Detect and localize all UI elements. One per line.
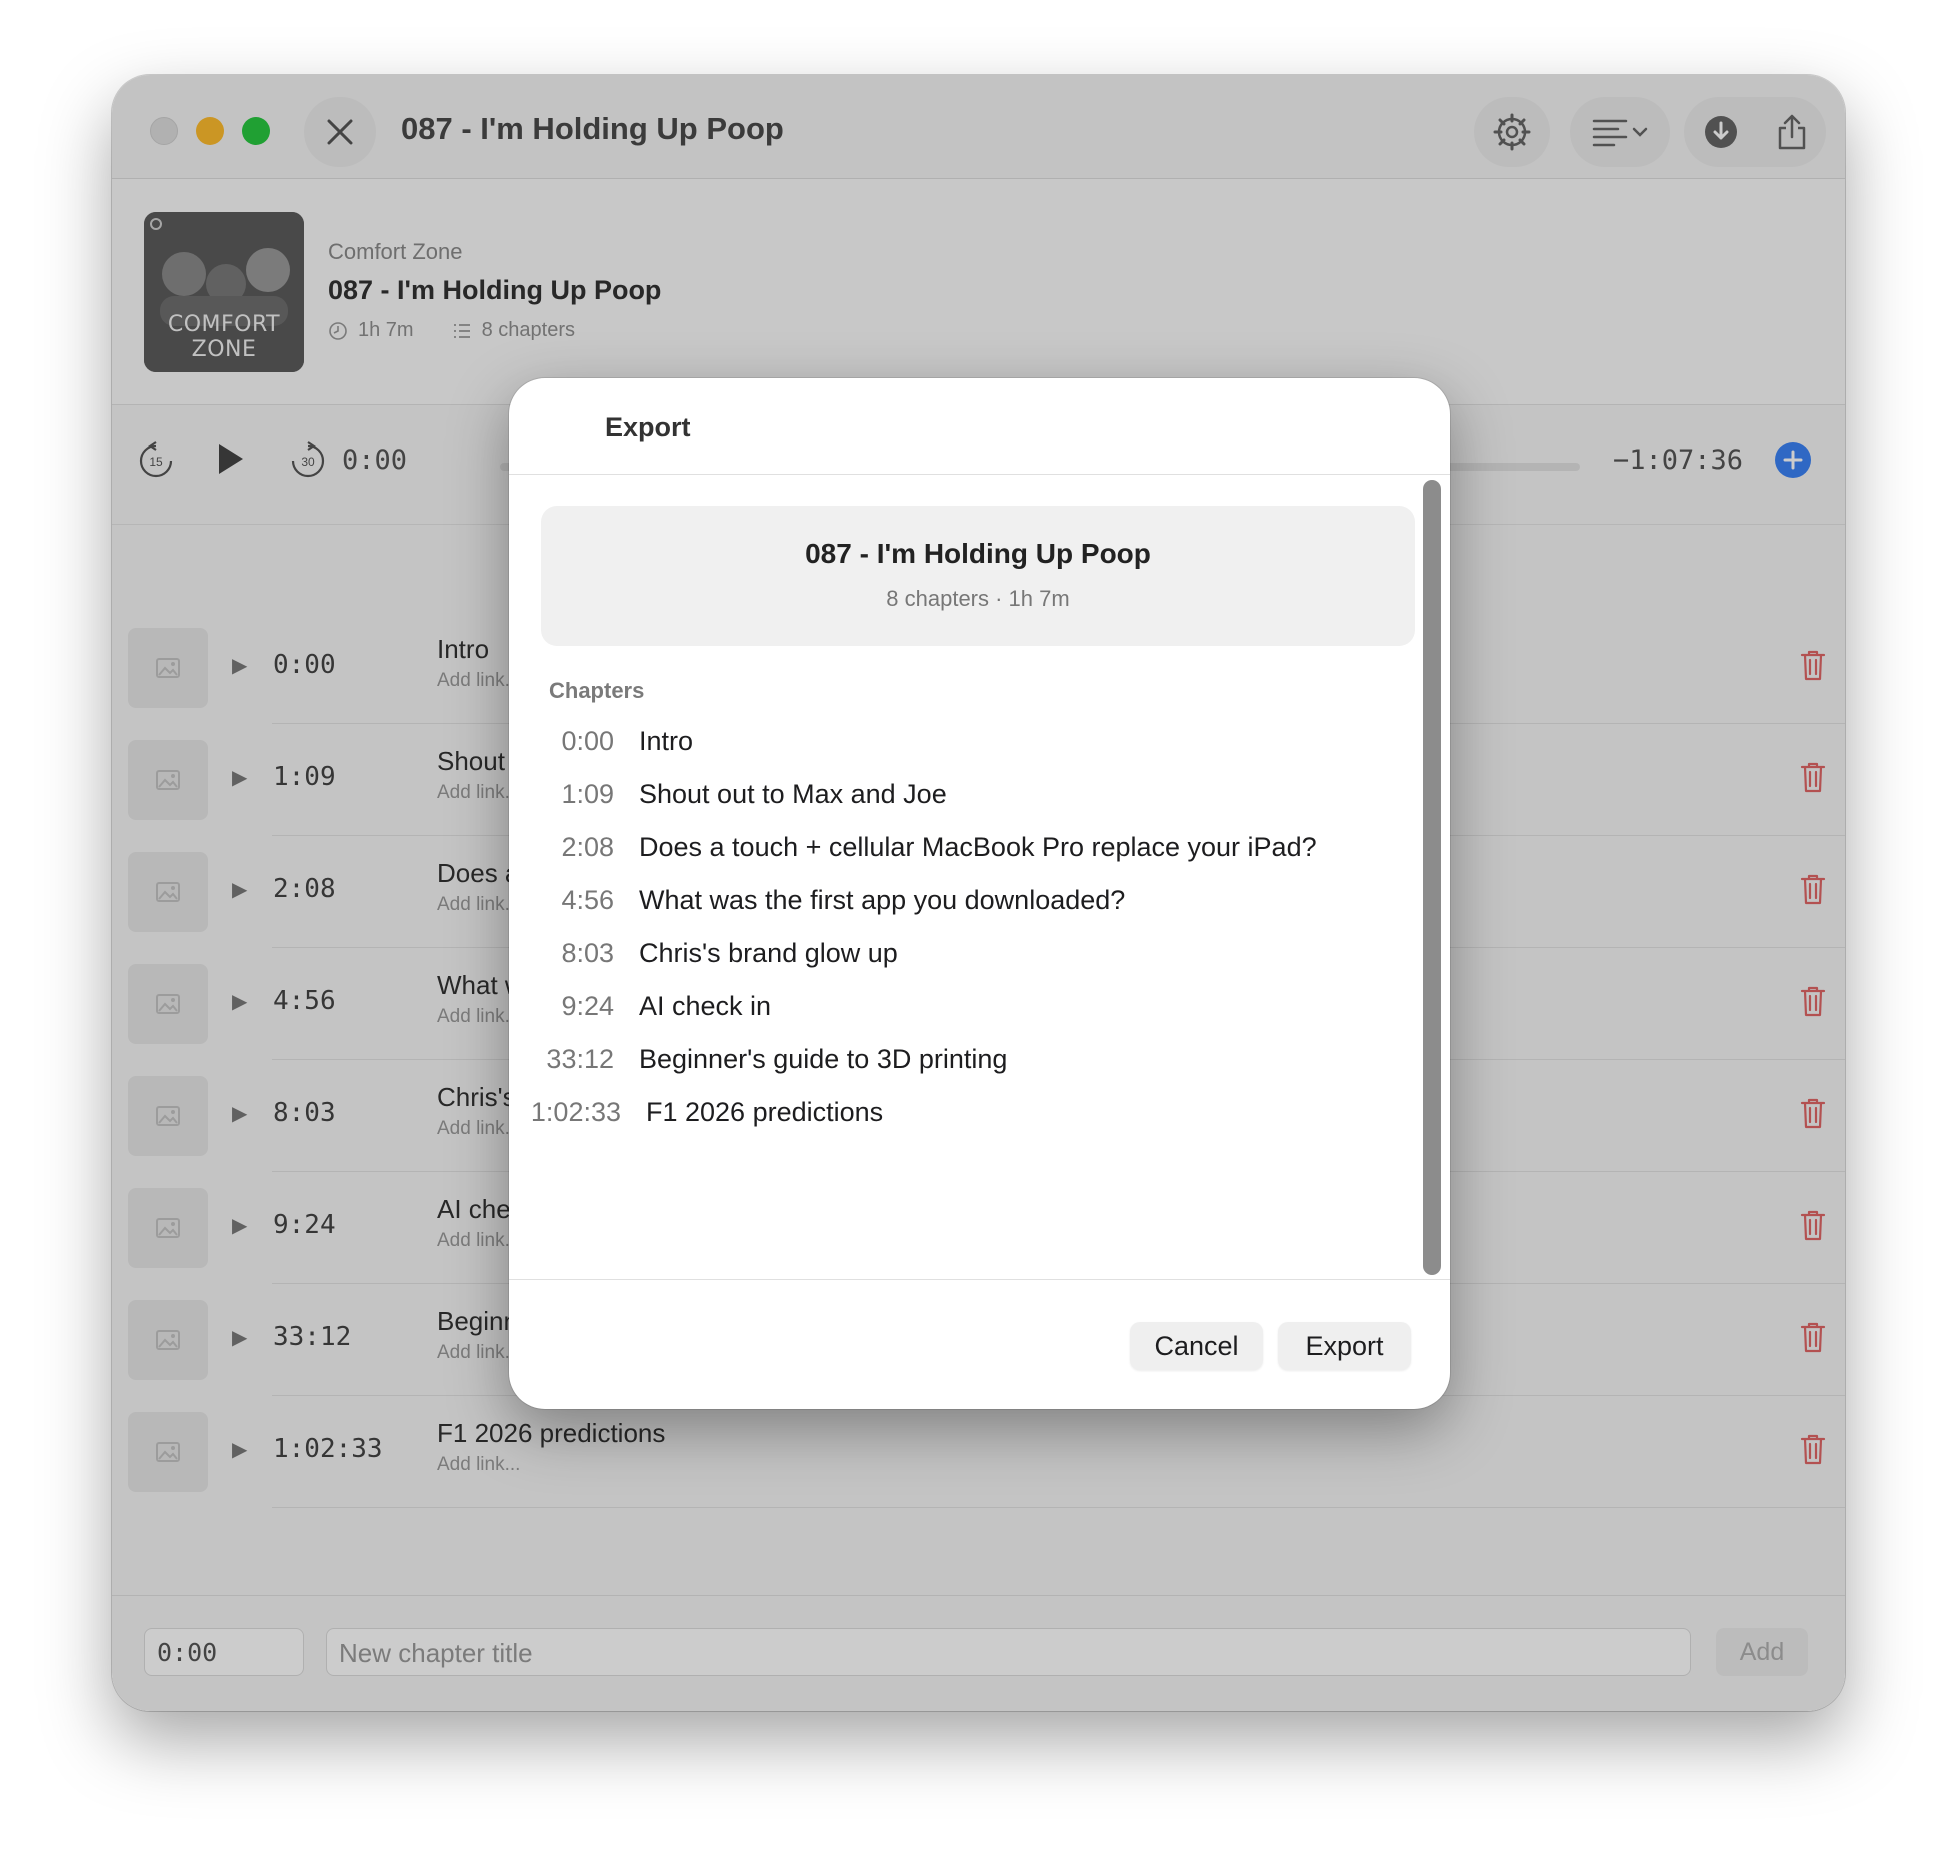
export-chapter-item: 1:09 Shout out to Max and Joe: [509, 779, 1409, 819]
export-chapter-item: 2:08 Does a touch + cellular MacBook Pro …: [509, 832, 1409, 872]
export-button[interactable]: Export: [1278, 1322, 1411, 1370]
export-chapter-item: 4:56 What was the first app you downloade…: [509, 885, 1409, 925]
export-chapter-title: Beginner's guide to 3D printing: [639, 1044, 1008, 1074]
summary-subtitle: 8 chapters · 1h 7m: [886, 586, 1070, 611]
export-chapter-item: 1:02:33 F1 2026 predictions: [509, 1097, 1409, 1137]
export-chapter-time: 4:56: [561, 885, 614, 915]
chapters-section-label: Chapters: [549, 678, 645, 703]
export-chapter-title: Chris's brand glow up: [639, 938, 898, 968]
export-chapter-time: 1:09: [561, 779, 614, 809]
export-chapter-time: 8:03: [561, 938, 614, 968]
scrollbar[interactable]: [1423, 480, 1441, 1275]
export-summary-card: 087 - I'm Holding Up Poop 8 chapters · 1…: [541, 506, 1415, 646]
export-chapter-time: 0:00: [561, 726, 614, 756]
export-chapter-title: AI check in: [639, 991, 772, 1021]
export-chapter-time: 2:08: [561, 832, 614, 862]
cancel-button[interactable]: Cancel: [1130, 1322, 1263, 1370]
export-chapter-time: 1:02:33: [530, 1097, 621, 1127]
divider: [509, 1279, 1450, 1280]
dialog-title: Export: [605, 412, 691, 442]
export-dialog: Export 087 - I'm Holding Up Poop 8 chapt…: [509, 378, 1450, 1409]
export-chapter-title: Shout out to Max and Joe: [639, 779, 947, 809]
summary-title: 087 - I'm Holding Up Poop: [805, 538, 1151, 569]
export-chapter-item: 9:24 AI check in: [509, 991, 1409, 1031]
export-chapter-item: 8:03 Chris's brand glow up: [509, 938, 1409, 978]
export-chapter-title: F1 2026 predictions: [646, 1097, 884, 1127]
export-chapter-time: 33:12: [546, 1044, 614, 1074]
export-chapter-item: 33:12 Beginner's guide to 3D printing: [509, 1044, 1409, 1084]
export-chapter-title: What was the first app you downloaded?: [639, 885, 1126, 915]
export-chapter-title: Does a touch + cellular MacBook Pro repl…: [639, 832, 1317, 862]
export-chapter-title: Intro: [639, 726, 694, 756]
export-chapter-item: 0:00 Intro: [509, 726, 1409, 766]
export-chapter-time: 9:24: [561, 991, 614, 1021]
divider: [509, 474, 1450, 475]
